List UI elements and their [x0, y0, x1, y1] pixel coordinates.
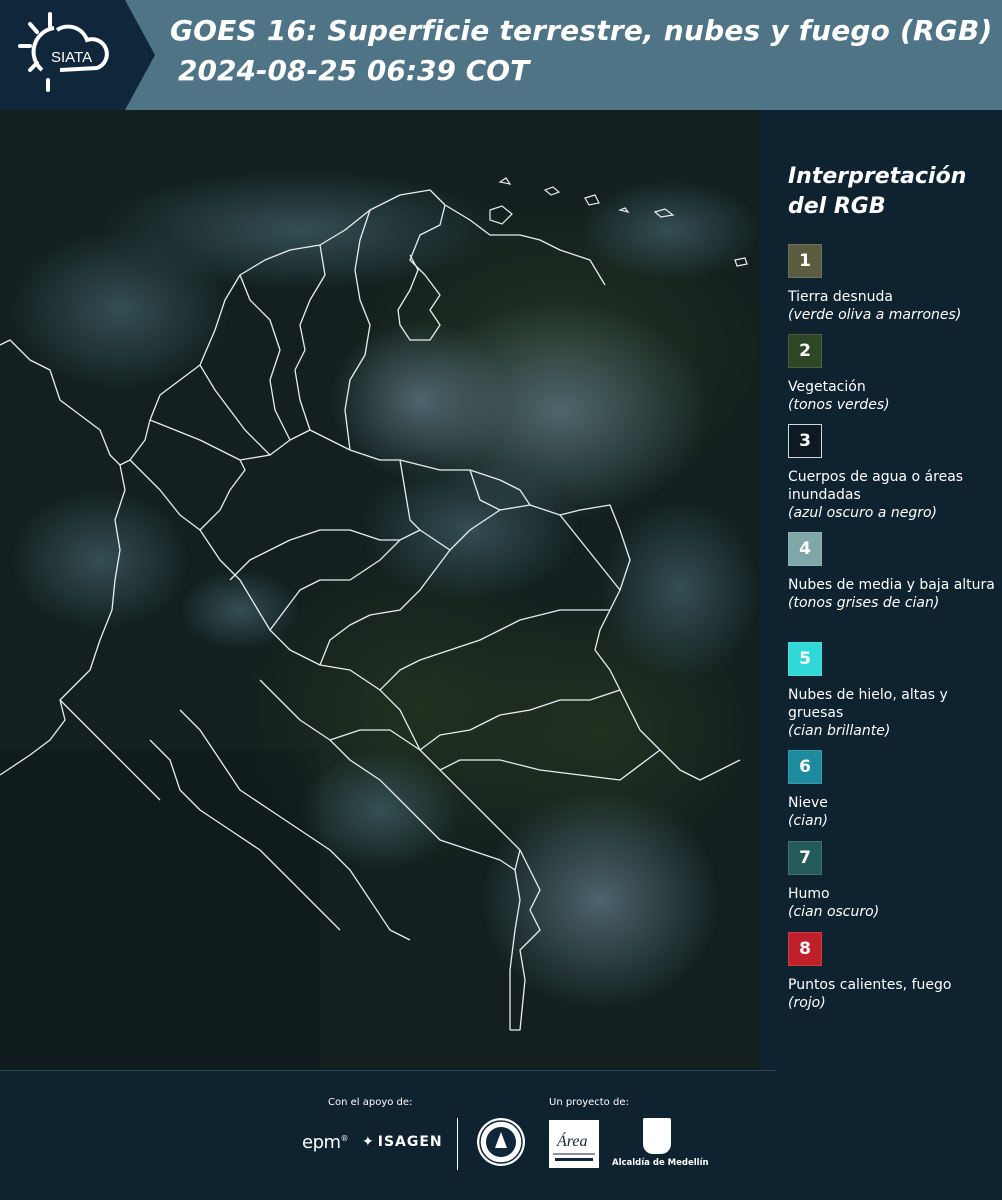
footer: Con el apoyo de: Un proyecto de: epm® ✦ … — [0, 1070, 1002, 1200]
logo-divider — [457, 1118, 458, 1170]
legend-swatch: 4 — [788, 532, 822, 566]
epm-logo[interactable]: epm® — [302, 1132, 349, 1153]
legend-swatch: 5 — [788, 642, 822, 676]
area-metropolitana-logo[interactable]: Área — [549, 1120, 599, 1168]
project-label: Un proyecto de: — [549, 1097, 629, 1108]
header: SIATA GOES 16: Superficie terrestre, nub… — [0, 0, 1002, 110]
government-seal-icon[interactable] — [477, 1118, 525, 1166]
siata-logo-text: SIATA — [51, 49, 92, 66]
legend-panel: Interpretación del RGB 1 Tierra desnuda … — [760, 110, 1002, 1070]
footer-divider — [0, 1070, 775, 1071]
legend-swatch: 2 — [788, 334, 822, 368]
siata-logo[interactable]: SIATA — [0, 0, 155, 110]
legend-item-vegetation: 2 Vegetación (tonos verdes) — [788, 334, 998, 414]
legend-swatch: 6 — [788, 750, 822, 784]
timestamp: 2024-08-25 06:39 COT — [178, 54, 530, 87]
isagen-icon: ✦ — [362, 1134, 375, 1150]
legend-item-water: 3 Cuerpos de agua o áreas inundadas (azu… — [788, 424, 998, 522]
legend-item-mid-low-clouds: 4 Nubes de media y baja altura (tonos gr… — [788, 532, 998, 612]
legend-item-fire: 8 Puntos calientes, fuego (rojo) — [788, 932, 998, 1012]
svg-text:Área: Área — [556, 1131, 588, 1150]
legend-swatch: 8 — [788, 932, 822, 966]
legend-item-bare-ground: 1 Tierra desnuda (verde oliva a marrones… — [788, 244, 998, 324]
page-title: GOES 16: Superficie terrestre, nubes y f… — [170, 14, 993, 47]
legend-item-smoke: 7 Humo (cian oscuro) — [788, 841, 998, 921]
legend-item-snow: 6 Nieve (cian) — [788, 750, 998, 830]
legend-item-ice-clouds: 5 Nubes de hielo, altas y gruesas (cian … — [788, 642, 998, 740]
legend-swatch: 1 — [788, 244, 822, 278]
legend-swatch: 7 — [788, 841, 822, 875]
satellite-image — [0, 110, 760, 1070]
medellin-shield-icon — [643, 1118, 671, 1154]
isagen-logo[interactable]: ✦ ISAGEN — [362, 1134, 443, 1150]
legend-swatch: 3 — [788, 424, 822, 458]
satellite-map[interactable] — [0, 110, 760, 1070]
support-label: Con el apoyo de: — [328, 1097, 413, 1108]
alcaldia-medellin-logo[interactable]: Alcaldía de Medellín — [612, 1118, 709, 1174]
legend-title: Interpretación del RGB — [788, 164, 967, 219]
